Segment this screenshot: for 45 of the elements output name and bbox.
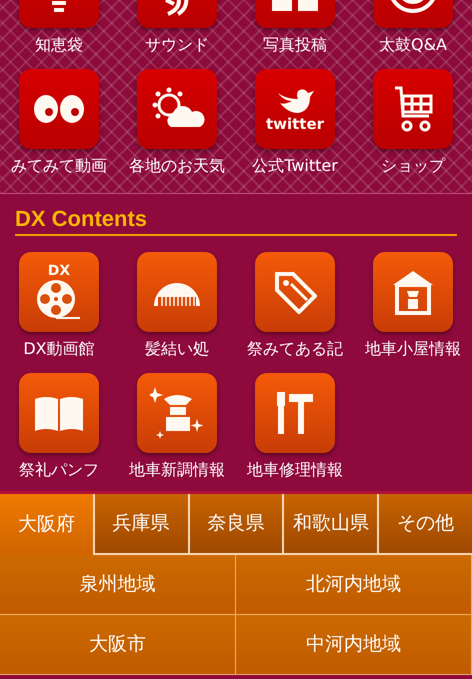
region-button[interactable]: 中河内地域 — [236, 615, 472, 675]
app-label[interactable]: 地車新調情報 — [129, 460, 225, 480]
app-icon-button[interactable] — [255, 373, 335, 453]
app-icon-button[interactable] — [137, 373, 217, 453]
app-label[interactable]: 祭礼パンフ — [19, 460, 99, 480]
shopping-cart-icon — [393, 86, 433, 132]
app-icon-button[interactable] — [255, 252, 335, 332]
app-label[interactable]: 地車小屋情報 — [365, 339, 461, 359]
sound-wave-icon — [164, 0, 190, 16]
prefecture-tab[interactable]: 兵庫県 — [94, 494, 190, 555]
app-label[interactable]: 公式Twitter — [252, 156, 338, 176]
open-book-icon — [32, 395, 86, 431]
festival-float-icon — [150, 385, 204, 441]
region-button[interactable]: 大阪市 — [0, 615, 236, 675]
eyes-icon — [33, 94, 85, 124]
app-label[interactable]: 祭みてある記 — [247, 339, 343, 359]
app-icon-button[interactable]: twitter — [255, 69, 335, 149]
app-label[interactable]: みてみて動画 — [11, 156, 107, 176]
app-label[interactable]: 髪結い処 — [145, 339, 209, 359]
logo-text: twitter — [266, 116, 324, 132]
app-icon-button[interactable] — [137, 252, 217, 332]
app-label[interactable]: ショップ — [381, 156, 445, 176]
shed-icon — [391, 269, 435, 315]
region-button[interactable]: 北河内地域 — [236, 555, 472, 615]
prefecture-tab[interactable]: その他 — [379, 494, 472, 555]
app-icon-button[interactable] — [19, 373, 99, 453]
app-label[interactable]: 知恵袋 — [35, 35, 83, 55]
app-label[interactable]: サウンド — [145, 35, 209, 55]
film-reel-icon — [36, 278, 82, 320]
app-label[interactable]: 写真投稿 — [263, 35, 327, 55]
tag-icon — [273, 270, 317, 314]
section-title: DX Contents — [15, 204, 457, 236]
app-icon-button[interactable] — [19, 69, 99, 149]
icon-label: DX — [48, 264, 70, 278]
app-label[interactable]: 各地のお天気 — [129, 156, 225, 176]
app-label[interactable]: DX動画館 — [23, 339, 95, 359]
prefecture-tab[interactable]: 和歌山県 — [284, 494, 380, 555]
app-icon-button[interactable] — [137, 69, 217, 149]
app-icon-button[interactable] — [373, 69, 453, 149]
tools-icon — [275, 390, 315, 436]
region-button[interactable]: 泉州地域 — [0, 555, 236, 615]
app-label[interactable]: 地車修理情報 — [247, 460, 343, 480]
app-icon-button[interactable] — [373, 252, 453, 332]
app-label[interactable]: 太鼓Q&A — [378, 35, 447, 55]
prefecture-tab[interactable]: 奈良県 — [190, 494, 284, 555]
